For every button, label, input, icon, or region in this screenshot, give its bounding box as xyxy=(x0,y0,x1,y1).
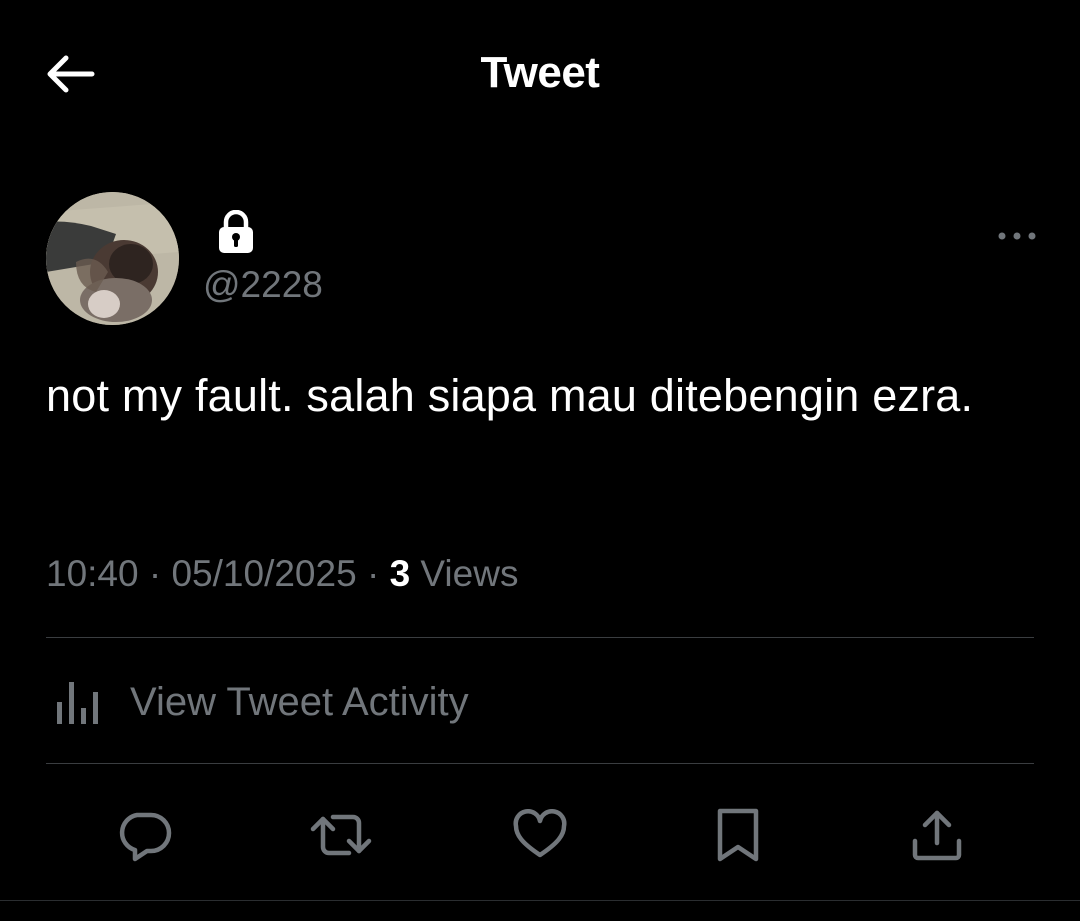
view-tweet-activity-button[interactable]: View Tweet Activity xyxy=(46,650,1034,754)
tweet-meta: 10:40 · 05/10/2025 · 3 Views xyxy=(46,553,518,595)
bar-chart-icon xyxy=(57,682,98,724)
bookmark-button[interactable] xyxy=(703,800,773,870)
share-icon xyxy=(912,810,962,861)
views-label: Views xyxy=(420,553,519,594)
bottom-divider xyxy=(0,900,1080,901)
avatar-photo xyxy=(46,192,179,325)
meta-separator: · xyxy=(366,553,380,594)
lock-icon xyxy=(216,209,256,254)
avatar[interactable] xyxy=(46,192,179,325)
top-bar: Tweet xyxy=(0,0,1080,150)
page-title: Tweet xyxy=(480,48,600,97)
heart-icon xyxy=(513,809,567,858)
reply-icon xyxy=(119,812,172,862)
tweet-actions xyxy=(46,790,1034,880)
like-button[interactable] xyxy=(505,800,575,870)
meta-separator: · xyxy=(148,553,162,594)
divider xyxy=(46,763,1034,764)
retweet-icon xyxy=(310,814,372,856)
views-count: 3 xyxy=(389,553,411,594)
tweet-time[interactable]: 10:40 xyxy=(46,553,139,594)
retweet-button[interactable] xyxy=(306,800,376,870)
share-button[interactable] xyxy=(902,800,972,870)
bookmark-icon xyxy=(717,808,759,862)
author-handle[interactable]: @2228 xyxy=(203,264,323,306)
tweet-date[interactable]: 05/10/2025 xyxy=(171,553,356,594)
tweet-text: not my fault. salah siapa mau ditebengin… xyxy=(46,370,974,421)
reply-button[interactable] xyxy=(110,800,180,870)
more-horizontal-icon xyxy=(998,232,1036,240)
tweet-author: @2228 xyxy=(46,192,1036,332)
more-options-button[interactable] xyxy=(992,218,1042,254)
activity-label: View Tweet Activity xyxy=(130,679,469,724)
divider xyxy=(46,637,1034,638)
